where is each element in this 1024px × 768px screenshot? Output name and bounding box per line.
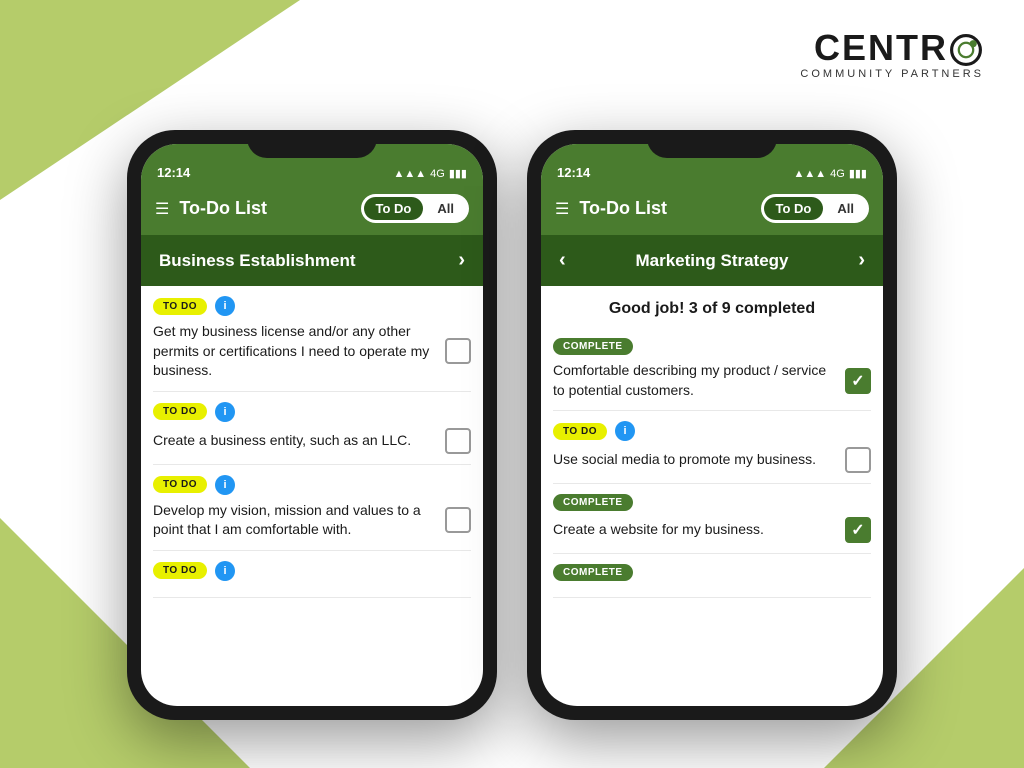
phone2-nav-right-icon[interactable]: › bbox=[858, 249, 865, 272]
phone1-task-1: TO DO i Get my business license and/or a… bbox=[153, 286, 471, 392]
phone1-task2-header: TO DO i bbox=[153, 402, 471, 422]
phone1-section-header: Business Establishment › bbox=[141, 235, 483, 286]
phone1-task1-info-icon[interactable]: i bbox=[215, 296, 235, 316]
phone2-header-title: To-Do List bbox=[579, 198, 667, 219]
phone2-task1-checkmark-icon: ✓ bbox=[851, 371, 864, 391]
phone2-section-header: ‹ Marketing Strategy › bbox=[541, 235, 883, 286]
phone2-task4-header: COMPLETE bbox=[553, 564, 871, 581]
phone2-nav-left-icon[interactable]: ‹ bbox=[559, 249, 566, 272]
phone2-task3-checkbox[interactable]: ✓ bbox=[845, 517, 871, 543]
phone2-task2-row: Use social media to promote my business. bbox=[553, 447, 871, 473]
phone2-task2-text: Use social media to promote my business. bbox=[553, 450, 837, 470]
phone2-task1-row: Comfortable describing my product / serv… bbox=[553, 361, 871, 400]
phone2-inner: 12:14 ▲▲▲ 4G ▮▮▮ ☰ To-Do List To Do All bbox=[541, 144, 883, 706]
phone2-status-icons: ▲▲▲ 4G ▮▮▮ bbox=[793, 167, 867, 180]
phone2-notch bbox=[647, 130, 777, 158]
phone1-signal-icon: ▲▲▲ bbox=[393, 168, 426, 180]
phone2-app-header: ☰ To-Do List To Do All bbox=[541, 186, 883, 235]
phone2-tab-switcher: To Do All bbox=[761, 194, 869, 223]
phone2-task2-checkbox[interactable] bbox=[845, 447, 871, 473]
phone2-header-left: ☰ To-Do List bbox=[555, 198, 667, 219]
phone2-task2-info-icon[interactable]: i bbox=[615, 421, 635, 441]
phone2-task-2: TO DO i Use social media to promote my b… bbox=[553, 411, 871, 484]
phone2-task1-checkbox[interactable]: ✓ bbox=[845, 368, 871, 394]
phone1-task3-checkbox[interactable] bbox=[445, 507, 471, 533]
phone2-signal-icon: ▲▲▲ bbox=[793, 168, 826, 180]
phone2-task1-badge: COMPLETE bbox=[553, 338, 633, 355]
phone2-task-list: COMPLETE Comfortable describing my produ… bbox=[541, 328, 883, 598]
phone1-task3-badge: TO DO bbox=[153, 476, 207, 493]
phone2-task3-checkmark-icon: ✓ bbox=[851, 520, 864, 540]
phone-1: 12:14 ▲▲▲ 4G ▮▮▮ ☰ To-Do List To Do All bbox=[127, 130, 497, 720]
phone2-task3-row: Create a website for my business. ✓ bbox=[553, 517, 871, 543]
phone-2: 12:14 ▲▲▲ 4G ▮▮▮ ☰ To-Do List To Do All bbox=[527, 130, 897, 720]
phone2-tab-all[interactable]: All bbox=[825, 197, 866, 220]
phone2-task4-badge: COMPLETE bbox=[553, 564, 633, 581]
phone2-network: 4G bbox=[830, 168, 845, 180]
logo-wrapper: CENTR bbox=[814, 30, 984, 66]
phone2-task3-text: Create a website for my business. bbox=[553, 520, 837, 540]
phone1-task1-header: TO DO i bbox=[153, 296, 471, 316]
phone1-task2-text: Create a business entity, such as an LLC… bbox=[153, 431, 437, 451]
phone1-task-2: TO DO i Create a business entity, such a… bbox=[153, 392, 471, 465]
phone2-battery-icon: ▮▮▮ bbox=[849, 167, 867, 180]
phone1-task2-info-icon[interactable]: i bbox=[215, 402, 235, 422]
phone1-battery-icon: ▮▮▮ bbox=[449, 167, 467, 180]
phone2-task2-header: TO DO i bbox=[553, 421, 871, 441]
phone2-task-3: COMPLETE Create a website for my busines… bbox=[553, 484, 871, 554]
phone1-time: 12:14 bbox=[157, 165, 190, 180]
phone1-network: 4G bbox=[430, 168, 445, 180]
logo-o-icon bbox=[948, 32, 984, 68]
phone1-task2-badge: TO DO bbox=[153, 403, 207, 420]
phone1-task4-badge: TO DO bbox=[153, 562, 207, 579]
phone1-notch bbox=[247, 130, 377, 158]
phone2-task3-badge: COMPLETE bbox=[553, 494, 633, 511]
phone1-task1-text: Get my business license and/or any other… bbox=[153, 322, 437, 381]
phone1-app-header: ☰ To-Do List To Do All bbox=[141, 186, 483, 235]
phone1-nav-right-icon[interactable]: › bbox=[458, 249, 465, 272]
phone2-time: 12:14 bbox=[557, 165, 590, 180]
phone1-task3-row: Develop my vision, mission and values to… bbox=[153, 501, 471, 540]
phone1-inner: 12:14 ▲▲▲ 4G ▮▮▮ ☰ To-Do List To Do All bbox=[141, 144, 483, 706]
phone1-header-title: To-Do List bbox=[179, 198, 267, 219]
phone1-task1-checkbox[interactable] bbox=[445, 338, 471, 364]
logo-text-part1: CENTR bbox=[814, 30, 948, 66]
phone2-tab-todo[interactable]: To Do bbox=[764, 197, 824, 220]
phone1-task4-info-icon[interactable]: i bbox=[215, 561, 235, 581]
phones-container: 12:14 ▲▲▲ 4G ▮▮▮ ☰ To-Do List To Do All bbox=[127, 130, 897, 720]
phone1-section-title: Business Establishment bbox=[159, 251, 356, 271]
phone1-task1-badge: TO DO bbox=[153, 298, 207, 315]
phone2-task2-badge: TO DO bbox=[553, 423, 607, 440]
phone2-task1-header: COMPLETE bbox=[553, 338, 871, 355]
phone1-task-4: TO DO i bbox=[153, 551, 471, 598]
phone1-task3-header: TO DO i bbox=[153, 475, 471, 495]
phone1-status-icons: ▲▲▲ 4G ▮▮▮ bbox=[393, 167, 467, 180]
phone1-task3-info-icon[interactable]: i bbox=[215, 475, 235, 495]
phone2-hamburger-icon[interactable]: ☰ bbox=[555, 199, 569, 219]
phone1-hamburger-icon[interactable]: ☰ bbox=[155, 199, 169, 219]
phone2-task1-text: Comfortable describing my product / serv… bbox=[553, 361, 837, 400]
phone2-task3-header: COMPLETE bbox=[553, 494, 871, 511]
phone1-task2-checkbox[interactable] bbox=[445, 428, 471, 454]
phone1-task-3: TO DO i Develop my vision, mission and v… bbox=[153, 465, 471, 551]
phone1-tab-all[interactable]: All bbox=[425, 197, 466, 220]
phone1-task2-row: Create a business entity, such as an LLC… bbox=[153, 428, 471, 454]
phone1-tab-todo[interactable]: To Do bbox=[364, 197, 424, 220]
phone2-progress-text: Good job! 3 of 9 completed bbox=[541, 286, 883, 328]
logo-area: CENTR COMMUNITY PARTNERS bbox=[800, 30, 984, 80]
phone1-task3-text: Develop my vision, mission and values to… bbox=[153, 501, 437, 540]
phone1-task4-header: TO DO i bbox=[153, 561, 471, 581]
phone1-tab-switcher: To Do All bbox=[361, 194, 469, 223]
phone1-task-list: TO DO i Get my business license and/or a… bbox=[141, 286, 483, 598]
phone1-header-left: ☰ To-Do List bbox=[155, 198, 267, 219]
phone2-task-1: COMPLETE Comfortable describing my produ… bbox=[553, 328, 871, 411]
logo-subtitle: COMMUNITY PARTNERS bbox=[800, 68, 984, 80]
phone1-task1-row: Get my business license and/or any other… bbox=[153, 322, 471, 381]
phone2-section-title: Marketing Strategy bbox=[635, 251, 788, 271]
phone2-task-4: COMPLETE bbox=[553, 554, 871, 598]
